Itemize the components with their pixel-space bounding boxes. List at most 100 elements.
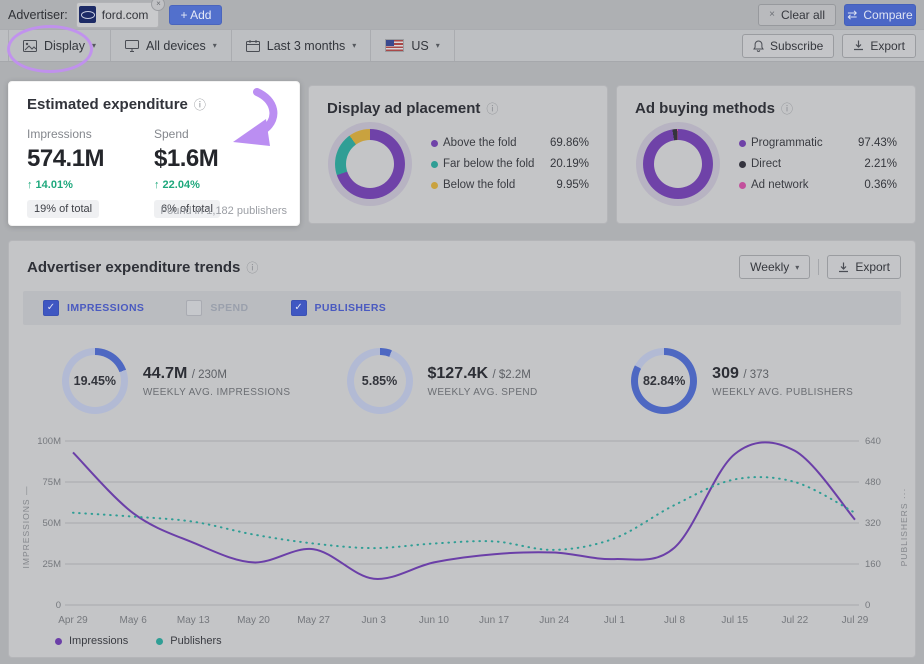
display-ad-icon (23, 40, 37, 52)
checkbox-icon[interactable]: ✓ (43, 300, 59, 316)
svg-text:Apr 29: Apr 29 (58, 615, 88, 626)
devices-label: All devices (146, 39, 206, 53)
ad-buying-methods-card: Ad buying methods ⓘ Programmatic 97.43% … (616, 85, 916, 224)
gauge-ring: 19.45% (62, 348, 128, 414)
toggle-impressions[interactable]: ✓ IMPRESSIONS (43, 300, 144, 316)
legend-row: Direct 2.21% (739, 158, 897, 170)
trends-export-button[interactable]: Export (827, 255, 901, 279)
granularity-dropdown[interactable]: Weekly ▾ (739, 255, 810, 279)
compare-button[interactable]: ⇄ Compare (844, 4, 916, 26)
region-label: US (411, 39, 428, 53)
chevron-down-icon: ▾ (92, 41, 96, 50)
divider (818, 259, 819, 275)
trends-title: Advertiser expenditure trends (27, 259, 240, 276)
us-flag-icon (385, 39, 404, 52)
legend-row: Far below the fold 20.19% (431, 158, 589, 170)
ad-type-label: Display (44, 39, 85, 53)
spend-value: $1.6M (154, 145, 281, 173)
spend-label: Spend (154, 127, 281, 141)
chart-legend: Impressions Publishers (55, 635, 222, 647)
svg-text:Jun 24: Jun 24 (539, 615, 569, 626)
series-toggle-strip: ✓ IMPRESSIONS SPEND ✓ PUBLISHERS (23, 291, 901, 325)
legend-dot (431, 182, 438, 189)
advertiser-label: Advertiser: (8, 8, 68, 22)
impressions-change: ↑ 14.01% (27, 179, 154, 191)
svg-text:Jul 22: Jul 22 (782, 615, 809, 626)
devices-filter[interactable]: All devices ▾ (111, 30, 232, 61)
svg-text:160: 160 (865, 559, 881, 570)
info-icon[interactable]: ⓘ (246, 259, 258, 276)
clear-all-button[interactable]: × Clear all (758, 4, 836, 26)
ad-type-filter[interactable]: Display ▾ (8, 30, 111, 61)
trend-line-chart: 0025M16050M32075M480100M640Apr 29May 6Ma… (13, 431, 921, 643)
export-button[interactable]: Export (842, 34, 916, 58)
legend-row: Ad network 0.36% (739, 179, 897, 191)
legend-dot (431, 161, 438, 168)
date-range-label: Last 3 months (267, 39, 346, 53)
svg-text:Jul 15: Jul 15 (721, 615, 748, 626)
summary-cards-row: Estimated expenditure ⓘ Impressions 574.… (8, 81, 916, 226)
svg-text:Jun 10: Jun 10 (419, 615, 449, 626)
devices-icon (125, 40, 139, 52)
date-range-filter[interactable]: Last 3 months ▾ (232, 30, 372, 61)
add-advertiser-button[interactable]: + Add (169, 5, 222, 25)
advertiser-domain: ford.com (102, 8, 149, 22)
svg-text:May 6: May 6 (120, 615, 148, 626)
calendar-icon (246, 40, 260, 52)
legend-row: Below the fold 9.95% (431, 179, 589, 191)
avg-spend-gauge: 5.85% $127.4K / $2.2M WEEKLY AVG. SPEND (320, 337, 605, 425)
download-icon (838, 262, 849, 273)
svg-text:Jul 29: Jul 29 (842, 615, 869, 626)
legend-impressions[interactable]: Impressions (55, 635, 128, 647)
info-icon[interactable]: ⓘ (486, 100, 498, 117)
checkbox-icon[interactable]: ✓ (291, 300, 307, 316)
subscribe-button[interactable]: Subscribe (742, 34, 834, 58)
svg-text:Jun 3: Jun 3 (362, 615, 387, 626)
info-icon[interactable]: ⓘ (194, 96, 206, 113)
compare-arrows-icon: ⇄ (847, 8, 857, 22)
svg-text:PUBLISHERS ···: PUBLISHERS ··· (899, 488, 909, 567)
legend-dot (431, 140, 438, 147)
top-bar: Advertiser: ford.com × + Add × Clear all… (0, 0, 924, 29)
expenditure-trends-card: Advertiser expenditure trends ⓘ Weekly ▾… (8, 240, 916, 658)
legend-dot (55, 638, 62, 645)
gauge-ring: 5.85% (347, 348, 413, 414)
legend-dot (739, 161, 746, 168)
gauge-ring: 82.84% (631, 348, 697, 414)
card-title: Display ad placement (327, 100, 480, 117)
trend-chart: 0025M16050M32075M480100M640Apr 29May 6Ma… (13, 431, 915, 643)
toggle-spend[interactable]: SPEND (186, 300, 248, 316)
impressions-share-badge: 19% of total (27, 200, 99, 218)
display-ad-placement-card: Display ad placement ⓘ Above the fold 69… (308, 85, 608, 224)
legend-publishers[interactable]: Publishers (156, 635, 221, 647)
bell-icon (753, 40, 764, 52)
svg-text:Jul 8: Jul 8 (664, 615, 686, 626)
svg-text:May 20: May 20 (237, 615, 270, 626)
region-filter[interactable]: US ▾ (371, 30, 454, 61)
toggle-publishers[interactable]: ✓ PUBLISHERS (291, 300, 387, 316)
impressions-metric: Impressions 574.1M ↑ 14.01% 19% of total (27, 127, 154, 218)
legend-dot (739, 182, 746, 189)
impressions-value: 574.1M (27, 145, 154, 173)
svg-text:Jul 1: Jul 1 (604, 615, 626, 626)
svg-text:640: 640 (865, 436, 881, 447)
svg-text:480: 480 (865, 477, 881, 488)
svg-text:25M: 25M (43, 559, 62, 570)
placement-donut-chart (335, 129, 405, 199)
legend-row: Programmatic 97.43% (739, 137, 897, 149)
svg-text:100M: 100M (37, 436, 61, 447)
remove-advertiser-icon[interactable]: × (151, 0, 165, 11)
legend-row: Above the fold 69.86% (431, 137, 589, 149)
advertiser-chip[interactable]: ford.com × (76, 2, 160, 28)
svg-text:Jun 17: Jun 17 (479, 615, 509, 626)
card-title: Estimated expenditure (27, 96, 188, 113)
spend-change: ↑ 22.04% (154, 179, 281, 191)
info-icon[interactable]: ⓘ (781, 100, 793, 117)
close-icon: × (769, 9, 775, 20)
svg-text:May 27: May 27 (297, 615, 330, 626)
legend-dot (739, 140, 746, 147)
checkbox-icon[interactable] (186, 300, 202, 316)
weekly-averages-row: 19.45% 44.7M / 230M WEEKLY AVG. IMPRESSI… (9, 325, 915, 425)
svg-text:75M: 75M (43, 477, 62, 488)
chevron-down-icon: ▾ (436, 41, 440, 50)
